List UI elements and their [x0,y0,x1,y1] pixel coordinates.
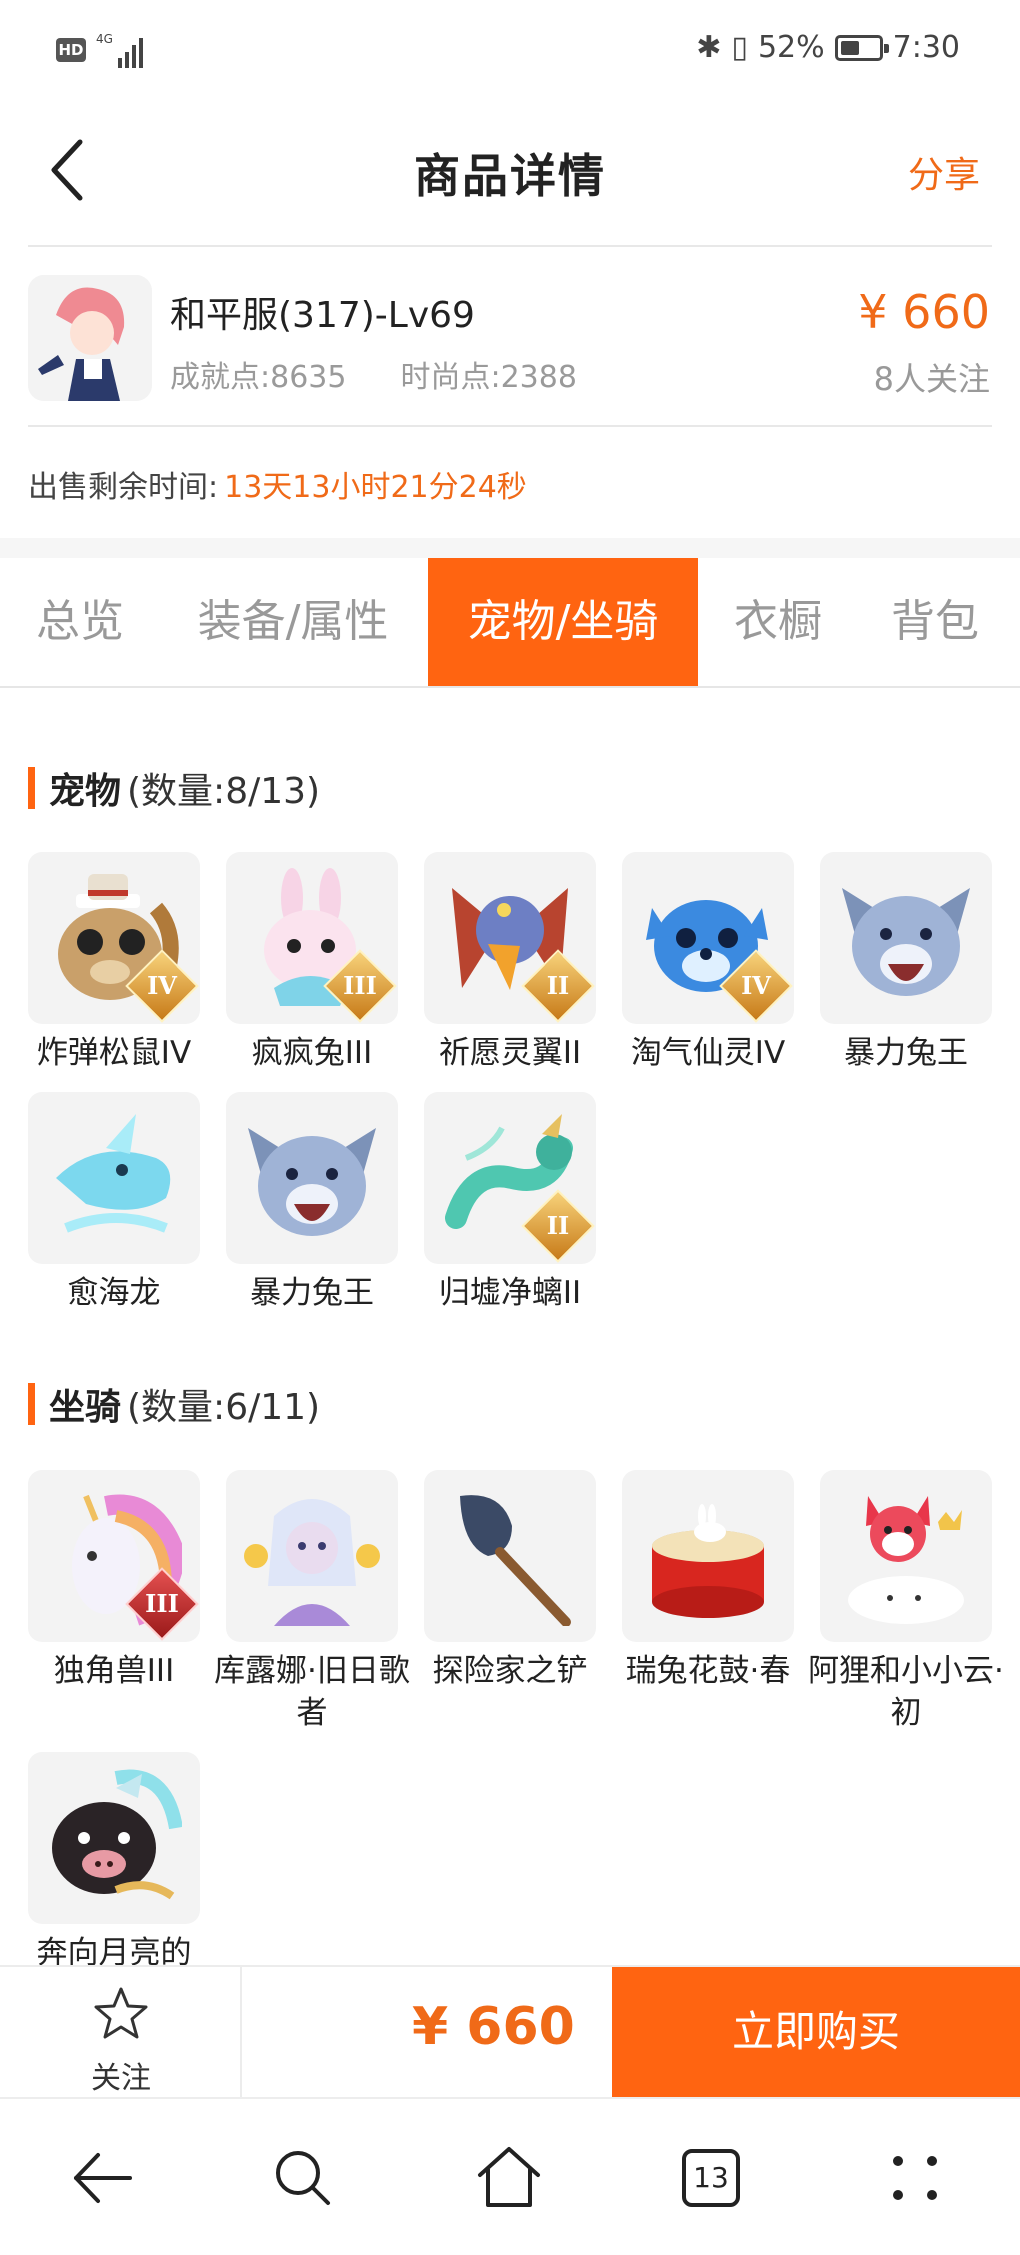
divider [28,425,992,427]
mount-name: 独角兽III [53,1653,175,1689]
mount-name: 瑞兔花鼓·春 [625,1653,791,1689]
pet-thumbnail: II [424,852,596,1024]
more-icon[interactable] [880,2143,950,2213]
remaining-time-label: 出售剩余时间: [28,470,219,505]
pet-thumbnail: IV [622,852,794,1024]
search-icon[interactable] [268,2143,338,2213]
section-marker [28,1383,35,1425]
buy-now-button[interactable]: 立即购买 [612,1967,1020,2097]
mount-name: 阿狸和小小云·初 [808,1653,1004,1731]
mount-thumbnail [424,1470,596,1642]
hd-indicator: HD [56,38,86,62]
bottom-price: ¥ 660 [412,1997,575,2057]
pet-name: 祈愿灵翼II [438,1035,582,1071]
fashion-points: 时尚点:2388 [400,360,577,395]
achievement-points: 成就点:8635 [170,360,347,395]
pet-item[interactable]: 暴力兔王 [820,852,992,1074]
network-type: 4G [96,32,113,46]
tab-backpack[interactable]: 背包 [860,558,1010,686]
follow-button[interactable]: 关注 [0,1967,242,2097]
tab-divider [0,686,1020,688]
character-avatar [28,275,152,401]
pet-item[interactable]: II 归墟净螭II [424,1092,596,1314]
mount-item[interactable]: 库露娜·旧日歌者 [214,1470,410,1734]
mount-thumbnail [622,1470,794,1642]
battery-icon [834,34,889,61]
pet-item[interactable]: IV 淘气仙灵IV [622,852,794,1074]
pet-thumbnail: II [424,1092,596,1264]
tab-pets-mounts[interactable]: 宠物/坐骑 [428,558,698,686]
mounts-count: (数量:6/11) [127,1387,321,1428]
mounts-section-title: 坐骑 (数量:6/11) [28,1378,320,1430]
follower-count: 8人关注 [873,360,990,398]
mounts-title: 坐骑 [49,1387,122,1428]
back-arrow-icon[interactable] [68,2143,138,2213]
mount-item[interactable]: III 独角兽III [28,1470,200,1692]
pet-name: 愈海龙 [67,1275,161,1311]
mount-item[interactable]: 阿狸和小小云·初 [808,1470,1004,1734]
mount-item[interactable]: 探险家之铲 [424,1470,596,1692]
tab-wardrobe[interactable]: 衣橱 [704,558,852,686]
remaining-time: 出售剩余时间: 13天13小时21分24秒 [28,462,527,506]
pet-name: 淘气仙灵IV [630,1035,786,1071]
divider [28,245,992,247]
mount-name: 探险家之铲 [432,1653,588,1689]
pet-item[interactable]: 愈海龙 [28,1092,200,1314]
pets-title: 宠物 [49,771,122,812]
pet-item[interactable]: II 祈愿灵翼II [424,852,596,1074]
mount-thumbnail [28,1752,200,1924]
tab-overview[interactable]: 总览 [0,558,160,686]
home-icon[interactable] [474,2143,544,2213]
pet-name: 疯疯兔III [251,1035,373,1071]
section-gap [0,538,1020,558]
pet-thumbnail [820,852,992,1024]
star-icon [94,1987,148,2039]
page-title: 商品详情 [414,149,606,203]
pet-name: 归墟净螭II [438,1275,582,1311]
pet-name: 炸弹松鼠IV [36,1035,192,1071]
mount-thumbnail: III [28,1470,200,1642]
remaining-time-value: 13天13小时21分24秒 [224,470,527,505]
tab-equipment[interactable]: 装备/属性 [168,558,418,686]
pet-name: 暴力兔王 [844,1035,968,1071]
tabs-button[interactable]: 13 [676,2143,746,2213]
vibrate-icon: ▯ [731,30,748,65]
section-marker [28,767,35,809]
pet-thumbnail [28,1092,200,1264]
product-price: ¥ 660 [858,285,990,339]
product-name: 和平服(317)-Lv69 [170,295,475,336]
pet-name: 暴力兔王 [250,1275,374,1311]
pet-thumbnail: III [226,852,398,1024]
header: 商品详情 分享 [0,110,1020,235]
follow-label: 关注 [91,2061,151,2096]
mount-name: 库露娜·旧日歌者 [214,1653,410,1731]
pet-item[interactable]: IV 炸弹松鼠IV [28,852,200,1074]
mount-item[interactable]: 奔向月亮的 [28,1752,200,1974]
share-button[interactable]: 分享 [908,146,980,198]
signal-icon [118,38,143,68]
action-bar: 关注 ¥ 660 立即购买 [0,1965,1020,2097]
clock: 7:30 [892,30,960,65]
tab-bar: 总览 装备/属性 宠物/坐骑 衣橱 背包 [0,558,1020,686]
pet-thumbnail [226,1092,398,1264]
battery-percent: 52% [757,30,825,65]
pets-count: (数量:8/13) [127,771,321,812]
tabs-count: 13 [682,2149,740,2207]
mount-item[interactable]: 瑞兔花鼓·春 [622,1470,794,1692]
pets-section-title: 宠物 (数量:8/13) [28,762,320,814]
mount-thumbnail [820,1470,992,1642]
pet-item[interactable]: 暴力兔王 [226,1092,398,1314]
product-meta: 成就点:8635 时尚点:2388 [170,352,577,396]
mount-thumbnail [226,1470,398,1642]
navigation-bar: 13 [0,2097,1020,2255]
status-bar: HD 4G ✱ ▯ 52% 7:30 [0,0,1020,100]
pet-item[interactable]: III 疯疯兔III [226,852,398,1074]
pet-thumbnail: IV [28,852,200,1024]
bluetooth-icon: ✱ [696,30,722,65]
